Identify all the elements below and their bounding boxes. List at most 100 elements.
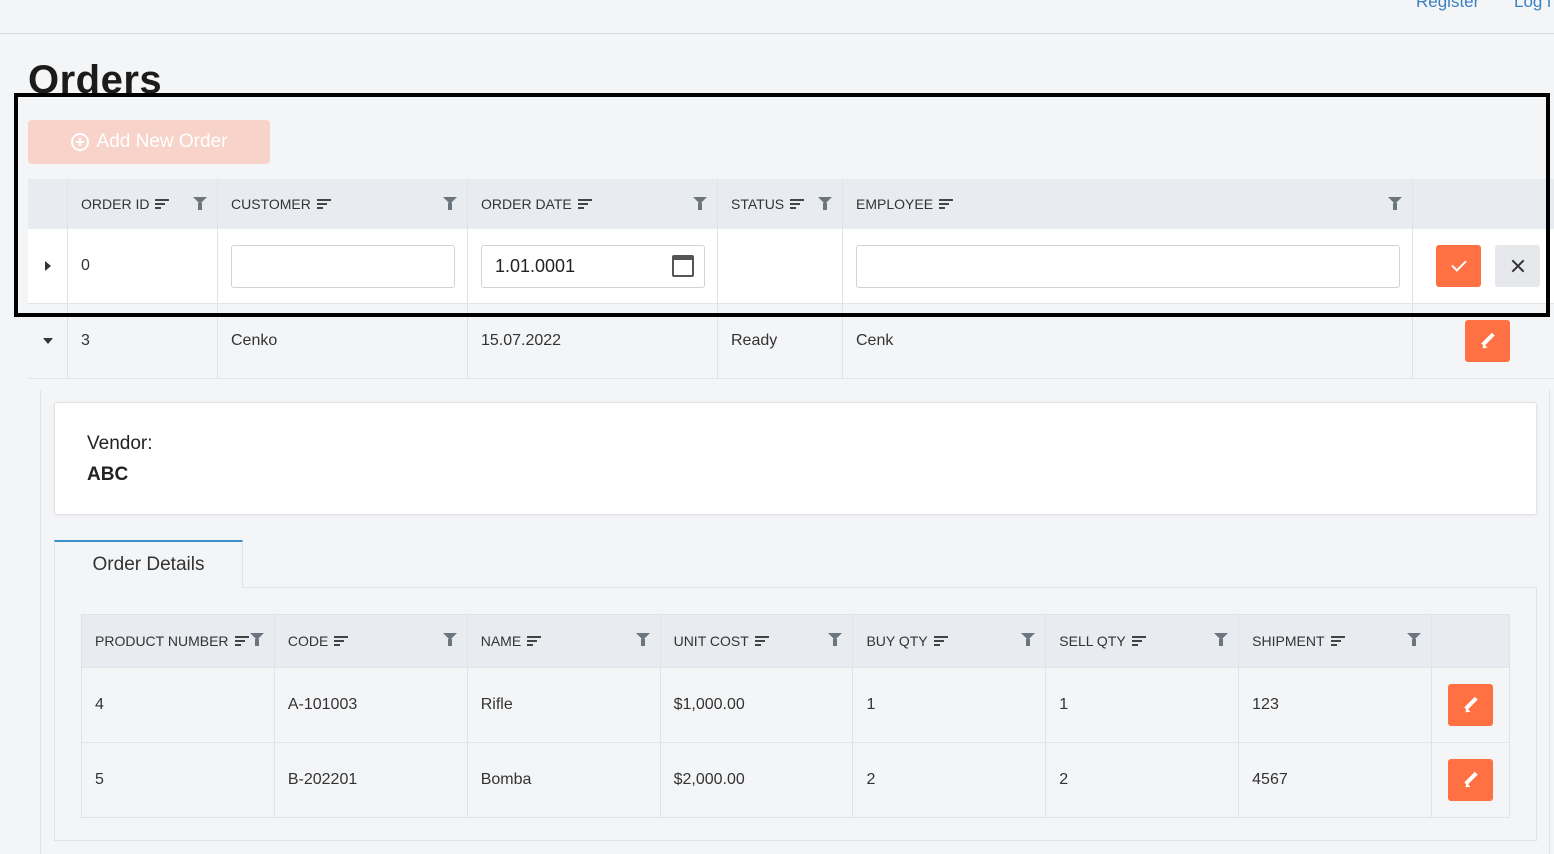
- column-header-code[interactable]: CODE: [275, 615, 468, 667]
- actions-column-header: [1432, 615, 1509, 667]
- filter-icon[interactable]: [828, 633, 843, 647]
- actions-column-header: [1413, 179, 1554, 229]
- code-cell: B-202201: [275, 743, 468, 817]
- sort-icon[interactable]: [155, 198, 170, 210]
- filter-icon[interactable]: [443, 197, 457, 211]
- customer-input[interactable]: [231, 244, 455, 288]
- check-icon: [1450, 256, 1467, 272]
- order-id-value: 0: [81, 257, 90, 274]
- status-cell: Ready: [718, 304, 843, 378]
- add-new-order-button[interactable]: Add New Order: [28, 120, 270, 164]
- caret-down-icon: [42, 338, 53, 344]
- employee-input[interactable]: [856, 244, 1400, 288]
- filter-icon[interactable]: [635, 633, 650, 647]
- filter-icon[interactable]: [1214, 633, 1229, 647]
- order-details-grid: PRODUCT NUMBER CODE NAME UNIT COST BUY Q…: [81, 614, 1510, 818]
- sort-icon[interactable]: [334, 635, 349, 647]
- edit-button[interactable]: [1448, 759, 1494, 801]
- column-header-order-id[interactable]: ORDER ID: [68, 179, 218, 229]
- column-header-label: PRODUCT NUMBER: [95, 633, 229, 649]
- shipment-cell: 4567: [1239, 743, 1433, 817]
- pencil-icon: [1480, 333, 1496, 349]
- row-actions: [1413, 304, 1554, 378]
- calendar-icon[interactable]: [672, 254, 694, 277]
- top-nav-bar: Register Log i: [0, 0, 1554, 34]
- close-icon: [1511, 259, 1525, 273]
- register-link[interactable]: Register: [1416, 0, 1479, 12]
- column-header-status[interactable]: STATUS: [718, 179, 843, 229]
- code-cell: A-101003: [275, 668, 468, 742]
- filter-icon[interactable]: [1388, 197, 1402, 211]
- order-date-cell: 15.07.2022: [468, 304, 718, 378]
- orders-grid-header: ORDER ID CUSTOMER ORDER DATE STATUS EMPL…: [28, 179, 1554, 229]
- row-actions: [1413, 229, 1554, 303]
- order-date-picker[interactable]: [481, 244, 705, 288]
- sort-icon[interactable]: [939, 198, 954, 210]
- vendor-card: Vendor: ABC: [54, 402, 1537, 515]
- filter-icon[interactable]: [249, 633, 264, 647]
- column-header-product-number[interactable]: PRODUCT NUMBER: [82, 615, 275, 667]
- column-header-label: ORDER DATE: [481, 196, 572, 212]
- sort-icon[interactable]: [577, 198, 592, 210]
- customer-cell: Cenko: [218, 304, 468, 378]
- column-header-customer[interactable]: CUSTOMER: [218, 179, 468, 229]
- table-row[interactable]: 5 B-202201 Bomba $2,000.00 2 2 4567: [82, 742, 1509, 817]
- column-header-sell-qty[interactable]: SELL QTY: [1046, 615, 1240, 667]
- column-header-buy-qty[interactable]: BUY QTY: [853, 615, 1047, 667]
- product-number-cell: 4: [82, 668, 275, 742]
- column-header-unit-cost[interactable]: UNIT COST: [661, 615, 854, 667]
- edit-button[interactable]: [1448, 684, 1494, 726]
- filter-icon[interactable]: [442, 633, 457, 647]
- expand-toggle[interactable]: [28, 229, 68, 303]
- order-id-cell: 3: [68, 304, 218, 378]
- login-link[interactable]: Log i: [1514, 0, 1551, 12]
- customer-cell: [218, 229, 468, 303]
- sell-qty-cell: 2: [1046, 743, 1240, 817]
- filter-icon[interactable]: [193, 197, 207, 211]
- edit-button[interactable]: [1465, 320, 1510, 362]
- employee-cell: Cenk: [843, 304, 1413, 378]
- product-number-cell: 5: [82, 743, 275, 817]
- edit-row: 0: [28, 229, 1554, 304]
- filter-icon[interactable]: [1021, 633, 1036, 647]
- column-header-label: SHIPMENT: [1252, 633, 1325, 649]
- name-cell: Rifle: [468, 668, 661, 742]
- sort-icon[interactable]: [234, 635, 249, 647]
- order-details-header: PRODUCT NUMBER CODE NAME UNIT COST BUY Q…: [82, 615, 1509, 667]
- sort-icon[interactable]: [754, 635, 769, 647]
- sort-icon[interactable]: [316, 198, 331, 210]
- buy-qty-cell: 2: [853, 743, 1047, 817]
- sort-icon[interactable]: [1131, 635, 1146, 647]
- filter-icon[interactable]: [693, 197, 707, 211]
- save-button[interactable]: [1436, 245, 1481, 287]
- expand-toggle[interactable]: [28, 304, 68, 378]
- sort-icon[interactable]: [790, 198, 805, 210]
- column-header-label: ORDER ID: [81, 196, 150, 212]
- cancel-button[interactable]: [1495, 245, 1540, 287]
- sort-icon[interactable]: [527, 635, 542, 647]
- column-header-name[interactable]: NAME: [468, 615, 661, 667]
- column-header-label: BUY QTY: [866, 633, 928, 649]
- pencil-icon: [1463, 772, 1479, 788]
- filter-icon[interactable]: [1407, 633, 1422, 647]
- page-title: Orders: [28, 58, 163, 102]
- table-row[interactable]: 4 A-101003 Rifle $1,000.00 1 1 123: [82, 667, 1509, 742]
- employee-cell: [843, 229, 1413, 303]
- column-header-label: EMPLOYEE: [856, 196, 934, 212]
- table-row[interactable]: 3 Cenko 15.07.2022 Ready Cenk: [28, 304, 1554, 379]
- column-header-shipment[interactable]: SHIPMENT: [1239, 615, 1433, 667]
- column-header-order-date[interactable]: ORDER DATE: [468, 179, 718, 229]
- vendor-label: Vendor:: [87, 433, 153, 454]
- column-header-employee[interactable]: EMPLOYEE: [843, 179, 1413, 229]
- column-header-label: CODE: [287, 633, 329, 649]
- column-header-label: NAME: [480, 633, 522, 649]
- sort-icon[interactable]: [1330, 635, 1345, 647]
- sort-icon[interactable]: [933, 635, 948, 647]
- tab-order-details[interactable]: Order Details: [54, 540, 243, 588]
- name-cell: Bomba: [468, 743, 661, 817]
- sell-qty-cell: 1: [1046, 668, 1240, 742]
- filter-icon[interactable]: [818, 197, 832, 211]
- row-actions: [1432, 743, 1509, 817]
- pencil-icon: [1463, 697, 1479, 713]
- status-cell: [718, 229, 843, 303]
